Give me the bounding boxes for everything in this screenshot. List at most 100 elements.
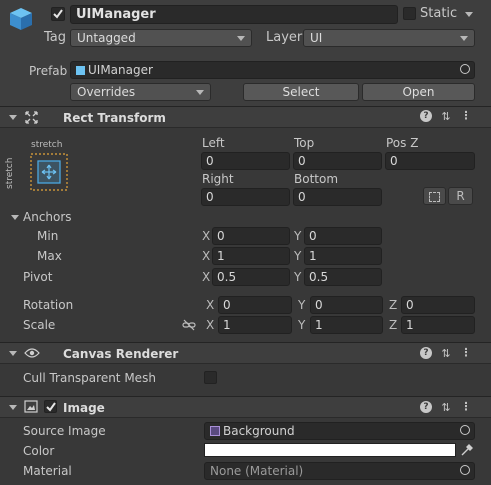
eye-icon <box>24 347 40 359</box>
max-y-axis: Y <box>294 249 302 263</box>
right-label: Right <box>202 172 234 186</box>
min-y-input[interactable]: 0 <box>304 227 382 245</box>
color-label: Color <box>23 444 55 458</box>
static-label: Static <box>420 6 458 21</box>
source-image-label: Source Image <box>23 424 106 438</box>
min-y-axis: Y <box>294 229 302 243</box>
material-value: None (Material) <box>210 464 304 478</box>
pivot-label: Pivot <box>23 270 53 284</box>
max-y-input[interactable]: 1 <box>304 247 382 265</box>
top-label: Top <box>294 136 315 150</box>
object-picker-icon[interactable] <box>460 64 470 74</box>
rot-y-axis: Y <box>298 298 306 312</box>
object-picker-icon[interactable] <box>460 425 470 435</box>
bottom-label: Bottom <box>294 172 339 186</box>
cull-transparent-mesh-checkbox[interactable] <box>204 371 217 384</box>
material-field[interactable]: None (Material) <box>204 462 475 480</box>
presets-icon[interactable]: ⇅ <box>440 401 452 414</box>
help-icon[interactable]: ? <box>420 401 432 413</box>
prefab-cube-icon <box>76 66 85 75</box>
min-label: Min <box>37 229 59 243</box>
layer-value: UI <box>310 31 323 45</box>
scale-z-axis: Z <box>389 318 398 332</box>
min-x-axis: X <box>202 229 211 243</box>
eyedropper-icon[interactable] <box>460 443 474 457</box>
bottom-input[interactable]: 0 <box>293 188 382 206</box>
scale-x-input[interactable]: 1 <box>218 316 292 334</box>
scale-y-axis: Y <box>298 318 306 332</box>
foldout-arrow-icon[interactable] <box>9 405 17 410</box>
more-options-icon[interactable]: ⋮ <box>460 400 472 414</box>
overrides-dropdown[interactable]: Overrides <box>70 83 211 101</box>
presets-icon[interactable]: ⇅ <box>440 347 452 360</box>
rect-transform-title: Rect Transform <box>63 111 166 125</box>
image-icon <box>24 400 38 413</box>
anchors-foldout-icon[interactable] <box>11 215 19 220</box>
more-options-icon[interactable]: ⋮ <box>460 346 472 360</box>
pivot-y-axis: Y <box>294 270 302 284</box>
dotted-rect-icon <box>429 192 440 202</box>
help-icon[interactable]: ? <box>420 347 432 359</box>
left-input[interactable]: 0 <box>201 152 290 170</box>
scale-x-axis: X <box>206 318 215 332</box>
top-input[interactable]: 0 <box>293 152 382 170</box>
static-dropdown-icon[interactable] <box>465 12 473 17</box>
max-label: Max <box>37 249 62 263</box>
rot-z-axis: Z <box>389 298 398 312</box>
max-x-axis: X <box>202 249 211 263</box>
rot-z-input[interactable]: 0 <box>401 296 475 314</box>
prefab-value: UIManager <box>88 63 153 77</box>
anchor-preset-side-label: stretch <box>5 157 15 189</box>
posz-label: Pos Z <box>386 136 419 150</box>
image-enabled-checkbox[interactable] <box>44 400 57 413</box>
pivot-x-input[interactable]: 0.5 <box>212 268 290 286</box>
chevron-down-icon <box>460 36 468 41</box>
static-checkbox[interactable] <box>403 7 416 20</box>
overrides-label: Overrides <box>77 85 136 99</box>
rot-x-input[interactable]: 0 <box>218 296 292 314</box>
chevron-down-icon <box>196 90 204 95</box>
pivot-x-axis: X <box>202 270 211 284</box>
open-button[interactable]: Open <box>362 83 475 101</box>
scale-z-input[interactable]: 1 <box>401 316 475 334</box>
min-x-input[interactable]: 0 <box>212 227 290 245</box>
prefab-label: Prefab <box>29 64 68 78</box>
tag-value: Untagged <box>77 31 136 45</box>
posz-input[interactable]: 0 <box>385 152 475 170</box>
anchor-presets-button[interactable] <box>30 153 68 191</box>
help-icon[interactable]: ? <box>420 110 432 122</box>
color-swatch[interactable] <box>204 443 456 457</box>
raw-edit-button[interactable]: R <box>448 187 473 205</box>
canvas-renderer-title: Canvas Renderer <box>63 347 179 361</box>
source-image-field[interactable]: Background <box>204 422 475 440</box>
blueprint-mode-button[interactable] <box>423 187 446 205</box>
right-input[interactable]: 0 <box>201 188 290 206</box>
presets-icon[interactable]: ⇅ <box>440 110 452 123</box>
image-title: Image <box>63 401 105 415</box>
object-name: UIManager <box>76 7 156 22</box>
chevron-down-icon <box>237 36 245 41</box>
scale-label: Scale <box>23 318 56 332</box>
layer-dropdown[interactable]: UI <box>303 29 475 47</box>
anchors-label: Anchors <box>23 210 72 224</box>
max-x-input[interactable]: 1 <box>212 247 290 265</box>
select-button[interactable]: Select <box>243 83 359 101</box>
foldout-arrow-icon[interactable] <box>9 351 17 356</box>
object-picker-icon[interactable] <box>460 465 470 475</box>
active-checkbox[interactable] <box>51 7 65 21</box>
constrain-proportions-icon[interactable] <box>182 319 196 331</box>
cull-transparent-mesh-label: Cull Transparent Mesh <box>23 371 156 385</box>
source-image-value: Background <box>223 424 295 438</box>
prefab-field[interactable]: UIManager <box>70 61 475 79</box>
object-name-input[interactable]: UIManager <box>70 5 398 24</box>
left-label: Left <box>202 136 225 150</box>
tag-dropdown[interactable]: Untagged <box>70 29 252 47</box>
more-options-icon[interactable]: ⋮ <box>460 109 472 123</box>
rot-y-input[interactable]: 0 <box>310 296 383 314</box>
gameobject-cube-icon <box>8 6 34 32</box>
scale-y-input[interactable]: 1 <box>310 316 383 334</box>
pivot-y-input[interactable]: 0.5 <box>304 268 382 286</box>
rotation-label: Rotation <box>23 298 74 312</box>
tag-label: Tag <box>44 30 67 45</box>
foldout-arrow-icon[interactable] <box>9 115 17 120</box>
